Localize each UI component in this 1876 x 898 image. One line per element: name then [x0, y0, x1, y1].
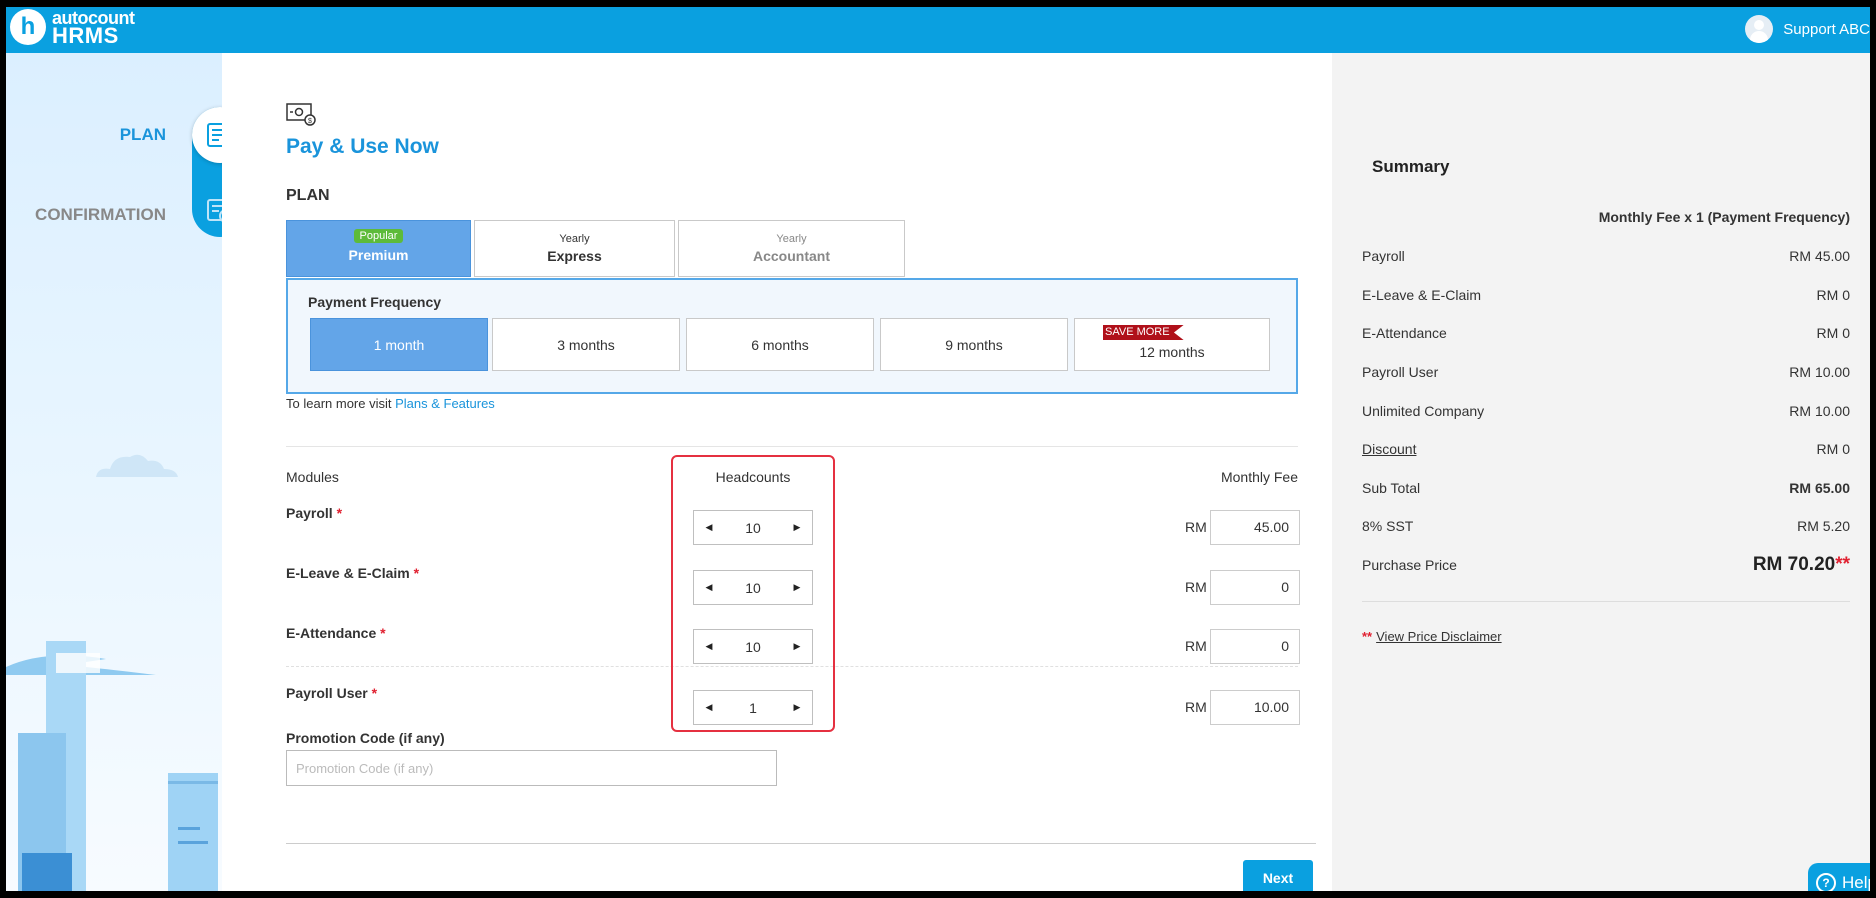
step-sidebar: PLAN CONFIRMATION — [6, 53, 248, 891]
eattendance-fee-field[interactable]: 0 — [1210, 629, 1300, 664]
app-window: h autocount HRMS Support ABC PLAN CONFIR… — [6, 7, 1870, 891]
frequency-9-months-button[interactable]: 9 months — [880, 318, 1068, 371]
plan-tab-label: Premium — [348, 247, 409, 263]
eleave-fee-field[interactable]: 0 — [1210, 570, 1300, 605]
summary-row-sst: 8% SST RM 5.20 — [1362, 518, 1850, 534]
next-button[interactable]: Next — [1243, 860, 1313, 891]
module-eattendance-label: E-Attendance * — [286, 625, 386, 641]
plan-tab-subtitle: Yearly — [776, 233, 807, 245]
plan-tab-express[interactable]: Yearly Express — [474, 220, 675, 277]
footer-divider — [286, 843, 1316, 844]
frequency-3-months-button[interactable]: 3 months — [492, 318, 680, 371]
plan-tab-label: Express — [547, 248, 602, 264]
summary-fee-header: Monthly Fee x 1 (Payment Frequency) — [1598, 209, 1850, 225]
summary-row-discount: Discount RM 0 — [1362, 441, 1850, 457]
summary-divider — [1362, 601, 1850, 602]
frequency-6-months-button[interactable]: 6 months — [686, 318, 874, 371]
question-circle-icon: ? — [1816, 873, 1836, 891]
step-confirmation-label[interactable]: CONFIRMATION — [35, 205, 166, 225]
discount-link[interactable]: Discount — [1362, 441, 1416, 457]
payment-frequency-label: Payment Frequency — [308, 294, 442, 310]
promotion-code-input[interactable] — [286, 750, 777, 786]
plan-tab-accountant[interactable]: Yearly Accountant — [678, 220, 905, 277]
summary-row-subtotal: Sub Total RM 65.00 — [1362, 480, 1850, 496]
main-content: $ Pay & Use Now PLAN Popular Premium Yea… — [222, 53, 1332, 891]
currency-label: RM — [1185, 638, 1207, 654]
summary-row: Payroll RM 45.00 — [1362, 248, 1850, 264]
price-disclaimer: ** View Price Disclaimer — [1362, 629, 1502, 644]
currency-label: RM — [1185, 519, 1207, 535]
hrms-logo-icon: h — [10, 9, 46, 45]
payment-frequency-panel: Payment Frequency 1 month 3 months 6 mon… — [286, 278, 1298, 394]
top-bar: h autocount HRMS Support ABC — [6, 7, 1870, 53]
user-name: Support ABC — [1783, 20, 1870, 38]
popular-badge: Popular — [353, 229, 404, 243]
user-menu[interactable]: Support ABC — [1745, 15, 1870, 43]
frequency-label: 12 months — [1139, 343, 1205, 360]
help-button[interactable]: ? Help — [1808, 863, 1870, 891]
summary-row-purchase-price: Purchase Price RM 70.20** — [1362, 554, 1850, 575]
money-bill-icon: $ — [286, 103, 316, 126]
plan-tab-label: Accountant — [753, 248, 830, 264]
step-plan-label[interactable]: PLAN — [120, 125, 166, 145]
view-price-disclaimer-link[interactable]: View Price Disclaimer — [1376, 629, 1501, 644]
summary-row: Payroll User RM 10.00 — [1362, 364, 1850, 380]
frequency-1-month-button[interactable]: 1 month — [310, 318, 488, 371]
city-illustration — [6, 641, 218, 891]
plan-heading: PLAN — [286, 187, 330, 204]
logo-hrms-text: HRMS — [52, 23, 119, 48]
headcounts-highlight-frame — [671, 455, 835, 732]
promotion-code-label: Promotion Code (if any) — [286, 730, 445, 746]
help-label: Help — [1842, 873, 1870, 891]
modules-header: Modules — [286, 469, 339, 485]
save-more-ribbon: SAVE MORE — [1103, 325, 1184, 340]
frequency-12-months-button[interactable]: SAVE MORE 12 months — [1074, 318, 1270, 371]
module-eleave-label: E-Leave & E-Claim * — [286, 565, 420, 581]
plan-tab-premium[interactable]: Popular Premium — [286, 220, 471, 277]
user-avatar-icon — [1745, 15, 1774, 43]
summary-row: Unlimited Company RM 10.00 — [1362, 403, 1850, 419]
cloud-illustration — [96, 454, 178, 477]
module-payroll-label: Payroll * — [286, 505, 343, 521]
hrms-logo[interactable]: h autocount HRMS — [10, 9, 135, 48]
summary-title: Summary — [1372, 157, 1450, 176]
module-payroll-user-label: Payroll User * — [286, 685, 378, 701]
summary-row: E-Attendance RM 0 — [1362, 325, 1850, 341]
divider — [286, 446, 1298, 447]
learn-more-text: To learn more visit Plans & Features — [286, 396, 495, 411]
page-title: Pay & Use Now — [286, 135, 439, 158]
currency-label: RM — [1185, 579, 1207, 595]
summary-row: E-Leave & E-Claim RM 0 — [1362, 287, 1850, 303]
plans-features-link[interactable]: Plans & Features — [395, 396, 495, 411]
svg-text:$: $ — [308, 118, 312, 125]
currency-label: RM — [1185, 699, 1207, 715]
payroll-user-fee-field[interactable]: 10.00 — [1210, 690, 1300, 725]
plan-tab-subtitle: Yearly — [559, 233, 590, 245]
payroll-fee-field[interactable]: 45.00 — [1210, 510, 1300, 545]
summary-panel: Summary Monthly Fee x 1 (Payment Frequen… — [1332, 53, 1870, 891]
monthly-fee-header: Monthly Fee — [1220, 469, 1298, 485]
purchase-price-value: RM 70.20 — [1752, 554, 1836, 575]
